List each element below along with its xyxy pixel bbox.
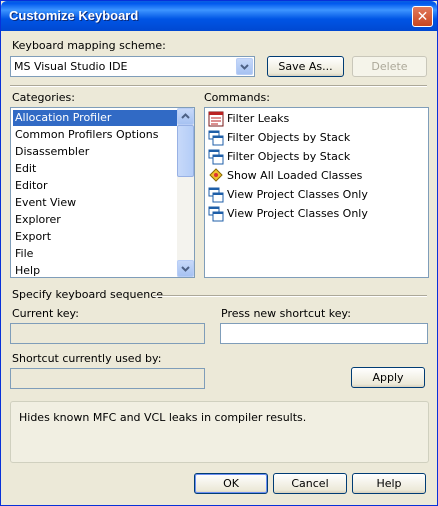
- command-description: Hides known MFC and VCL leaks in compile…: [19, 411, 307, 424]
- new-shortcut-label: Press new shortcut key:: [221, 307, 351, 320]
- save-as-button[interactable]: Save As...: [267, 56, 344, 77]
- title-bar[interactable]: Customize Keyboard ✕: [1, 1, 437, 31]
- command-label: Filter Objects by Stack: [227, 150, 351, 163]
- category-item[interactable]: Common Profilers Options: [13, 127, 158, 143]
- categories-label: Categories:: [12, 91, 75, 104]
- close-button[interactable]: ✕: [412, 6, 433, 27]
- current-key-field: [10, 323, 205, 344]
- dropdown-arrow-button[interactable]: [236, 58, 253, 75]
- command-label: Show All Loaded Classes: [227, 169, 363, 182]
- commands-list[interactable]: Filter Leaks Filter Objects by Stack Fil…: [204, 107, 429, 278]
- category-item[interactable]: Export: [13, 229, 51, 245]
- current-key-label: Current key:: [12, 307, 79, 320]
- top-divider: [10, 85, 427, 87]
- category-item[interactable]: Disassembler: [13, 144, 89, 160]
- categories-list[interactable]: Allocation Profiler Common Profilers Opt…: [10, 107, 195, 278]
- scroll-down-button[interactable]: [177, 260, 194, 277]
- command-label: View Project Classes Only: [227, 207, 368, 220]
- mapping-scheme-label: Keyboard mapping scheme:: [12, 39, 166, 52]
- command-label: Filter Leaks: [227, 112, 290, 125]
- categories-scrollbar[interactable]: [177, 108, 194, 277]
- category-item[interactable]: File: [13, 246, 33, 262]
- ok-button[interactable]: OK: [194, 473, 268, 494]
- delete-button[interactable]: Delete: [352, 56, 427, 77]
- scroll-up-button[interactable]: [177, 108, 194, 125]
- windows-icon: [208, 187, 224, 203]
- command-label: Filter Objects by Stack: [227, 131, 351, 144]
- filter-leaks-icon: [208, 111, 224, 127]
- category-item[interactable]: Explorer: [13, 212, 61, 228]
- mapping-scheme-select[interactable]: MS Visual Studio IDE: [10, 56, 255, 77]
- category-item[interactable]: Allocation Profiler: [13, 110, 178, 126]
- apply-button[interactable]: Apply: [351, 367, 425, 388]
- category-item[interactable]: Editor: [13, 178, 48, 194]
- help-button[interactable]: Help: [352, 473, 426, 494]
- category-item[interactable]: Edit: [13, 161, 36, 177]
- chevron-down-icon: [240, 64, 249, 70]
- customize-keyboard-dialog: Customize Keyboard ✕ Keyboard mapping sc…: [0, 0, 438, 506]
- command-description-panel: Hides known MFC and VCL leaks in compile…: [10, 401, 429, 463]
- stack-windows-icon: [208, 149, 224, 165]
- classes-icon: [209, 168, 223, 182]
- category-item[interactable]: Help: [13, 263, 40, 277]
- sequence-group-label: Specify keyboard sequence: [12, 288, 164, 301]
- stack-windows-icon: [208, 130, 224, 146]
- used-by-label: Shortcut currently used by:: [12, 352, 162, 365]
- scroll-thumb[interactable]: [177, 125, 194, 177]
- category-item[interactable]: Event View: [13, 195, 76, 211]
- sequence-divider: [153, 295, 427, 297]
- new-shortcut-input[interactable]: [220, 323, 428, 344]
- cancel-button[interactable]: Cancel: [273, 473, 347, 494]
- close-icon: ✕: [416, 9, 429, 25]
- window-title: Customize Keyboard: [9, 8, 139, 23]
- used-by-field: [10, 368, 205, 389]
- mapping-scheme-value: MS Visual Studio IDE: [14, 60, 128, 73]
- command-item[interactable]: Filter Leaks: [207, 109, 426, 128]
- chevron-up-icon: [181, 113, 190, 119]
- chevron-down-icon: [181, 266, 190, 272]
- commands-label: Commands:: [204, 91, 270, 104]
- windows-icon: [208, 206, 224, 222]
- command-label: View Project Classes Only: [227, 188, 368, 201]
